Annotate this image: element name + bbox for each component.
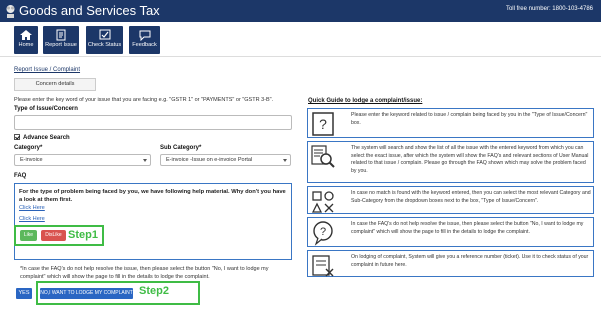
top-header: Goods and Services Tax Toll free number:… bbox=[0, 0, 601, 22]
question-box-icon: ? bbox=[312, 112, 334, 136]
main-nav: Home Report Issue Check Status Feedback bbox=[0, 22, 601, 57]
guide-step-2-text: The system will search and show the list… bbox=[351, 145, 589, 174]
step1-label: Step1 bbox=[68, 229, 98, 241]
svg-text:?: ? bbox=[320, 226, 326, 238]
search-document-icon bbox=[311, 145, 335, 168]
step2-label: Step2 bbox=[139, 285, 169, 297]
feedback-icon bbox=[139, 30, 150, 41]
tab-concern-details[interactable]: Concern details bbox=[14, 78, 96, 91]
keyword-hint: Please enter the key word of your issue … bbox=[14, 97, 274, 103]
nav-home-label: Home bbox=[18, 42, 34, 48]
chevron-down-icon bbox=[283, 159, 287, 162]
subcategory-select[interactable]: E-invoice -Issue on e-invoice Portal bbox=[160, 154, 291, 166]
yes-button[interactable]: YES bbox=[16, 288, 32, 299]
guide-step-4-text: In case the FAQ's do not help resolve th… bbox=[351, 221, 584, 235]
type-of-issue-input[interactable] bbox=[14, 115, 292, 130]
lodge-complaint-button[interactable]: NO,I WANT TO LODGE MY COMPLAINT bbox=[40, 288, 133, 299]
guide-step-1: ? Please enter the keyword related to is… bbox=[307, 108, 594, 138]
guide-step-3: In case no match is found with the keywo… bbox=[307, 186, 594, 214]
quick-guide-title: Quick Guide to lodge a complaint/issue: bbox=[308, 98, 423, 104]
app-title: Goods and Services Tax bbox=[19, 3, 160, 18]
nav-home-button[interactable]: Home bbox=[14, 26, 38, 54]
type-of-issue-label: Type of Issue/Concern bbox=[14, 106, 78, 112]
shapes-icon bbox=[311, 191, 334, 213]
guide-step-4: ? In case the FAQ's do not help resolve … bbox=[307, 217, 594, 247]
advance-search-label: Advance Search bbox=[23, 135, 70, 141]
report-issue-icon bbox=[56, 29, 66, 41]
nav-check-status-button[interactable]: Check Status bbox=[86, 26, 123, 54]
guide-step-3-text: In case no match is found with the keywo… bbox=[351, 190, 591, 204]
nav-report-issue-button[interactable]: Report Issue bbox=[43, 26, 79, 54]
guide-step-5-text: On lodging of complaint, System will giv… bbox=[351, 254, 589, 268]
advance-search-checkbox[interactable] bbox=[14, 134, 20, 140]
faq-panel: For the type of problem being faced by y… bbox=[14, 183, 292, 260]
ticket-icon bbox=[312, 255, 334, 277]
nav-check-status-label: Check Status bbox=[87, 42, 122, 48]
subcategory-value: E-invoice -Issue on e-invoice Portal bbox=[166, 157, 253, 163]
chevron-down-icon bbox=[143, 159, 147, 162]
nav-report-issue-label: Report Issue bbox=[45, 42, 77, 48]
toll-free-number: Toll free number: 1800-103-4786 bbox=[505, 6, 593, 12]
like-button[interactable]: Like bbox=[20, 230, 37, 241]
guide-step-5: On lodging of complaint, System will giv… bbox=[307, 250, 594, 277]
category-select[interactable]: E-invoice bbox=[14, 154, 151, 166]
dislike-button[interactable]: DisLike bbox=[41, 230, 66, 241]
nav-feedback-label: Feedback bbox=[132, 42, 157, 48]
category-value: E-invoice bbox=[20, 157, 43, 163]
lodge-complaint-note: *In case the FAQ's do not help resolve t… bbox=[20, 266, 269, 280]
home-icon bbox=[20, 30, 32, 40]
svg-text:?: ? bbox=[319, 116, 327, 132]
question-bubble-icon: ? bbox=[313, 221, 333, 246]
faq-link-2[interactable]: Click Here bbox=[19, 216, 45, 222]
page-title: Report Issue / Complaint bbox=[14, 67, 81, 73]
check-status-icon bbox=[99, 29, 110, 40]
emblem-icon bbox=[6, 5, 15, 18]
guide-step-2: The system will search and show the list… bbox=[307, 141, 594, 183]
faq-text: For the type of problem being faced by y… bbox=[19, 189, 286, 203]
subcategory-label: Sub Category* bbox=[160, 145, 202, 151]
faq-label: FAQ bbox=[14, 173, 27, 179]
faq-link-1[interactable]: Click Here bbox=[19, 205, 45, 211]
category-label: Category* bbox=[14, 145, 43, 151]
guide-step-1-text: Please enter the keyword related to issu… bbox=[351, 112, 588, 126]
nav-feedback-button[interactable]: Feedback bbox=[129, 26, 160, 54]
